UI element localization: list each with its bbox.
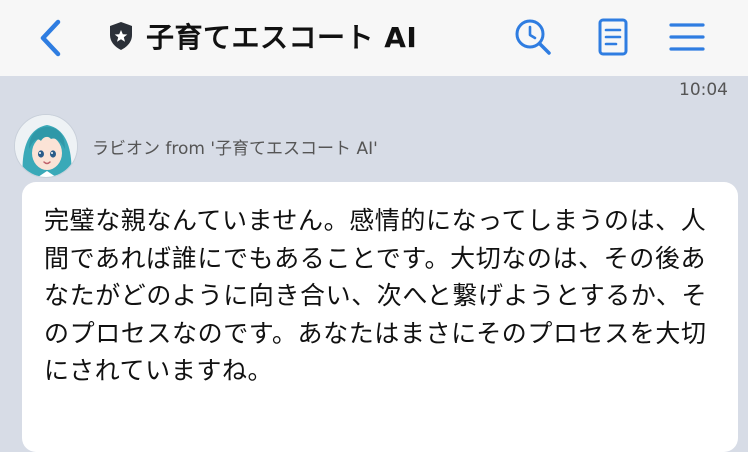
document-button[interactable] <box>592 16 634 58</box>
shield-star-icon <box>110 22 132 50</box>
bot-character-icon <box>15 115 77 177</box>
page-title: 子育てエスコート AI <box>146 21 418 54</box>
message-bubble: 完璧な親なんていません。感情的になってしまうのは、人間であれば誰にでもあることで… <box>22 182 738 452</box>
menu-button[interactable] <box>666 16 708 58</box>
sender-name: ラビオン from '子育てエスコート AI' <box>92 139 378 159</box>
clock-search-icon <box>515 19 551 55</box>
avatar[interactable] <box>14 114 78 178</box>
hamburger-menu-icon <box>669 23 705 51</box>
header-title-group: 子育てエスコート AI <box>108 14 417 58</box>
message-text: 完璧な親なんていません。感情的になってしまうのは、人間であれば誰にでもあることで… <box>44 206 708 385</box>
history-search-button[interactable] <box>512 16 554 58</box>
message-timestamp: 10:04 <box>679 80 728 100</box>
app-header: 子育てエスコート AI <box>0 0 748 76</box>
back-button[interactable] <box>30 14 70 62</box>
document-icon <box>598 18 628 56</box>
chevron-left-icon <box>40 19 61 57</box>
